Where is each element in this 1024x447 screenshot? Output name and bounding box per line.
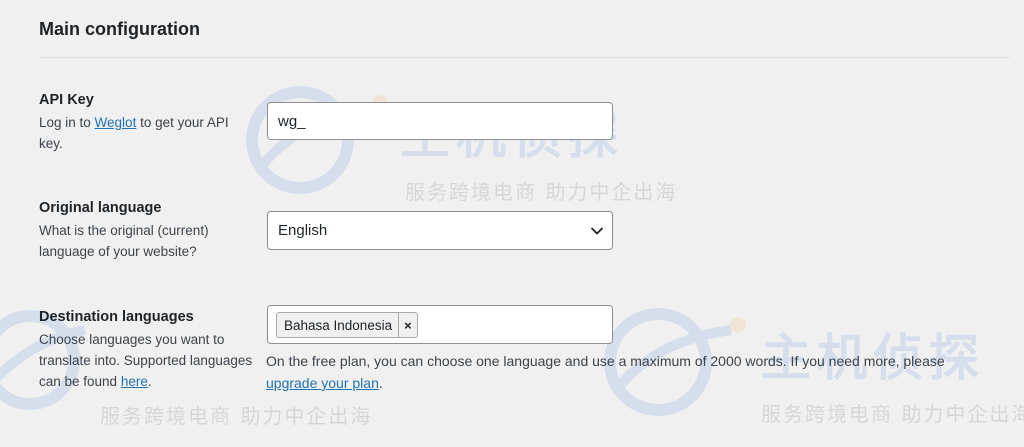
original-language-label-group: Original language What is the original (… <box>39 200 254 262</box>
section-divider <box>39 57 1010 58</box>
section-title: Main configuration <box>39 19 200 39</box>
remove-chip-close-icon[interactable]: × <box>398 313 417 337</box>
api-key-title: API Key <box>39 92 94 108</box>
api-key-desc-prefix: Log in to <box>39 115 95 130</box>
destination-languages-label-group: Destination languages Choose languages y… <box>39 309 254 392</box>
free-plan-help-text: On the free plan, you can choose one lan… <box>266 350 986 394</box>
supported-languages-link[interactable]: here <box>121 374 148 389</box>
api-key-input[interactable] <box>267 102 613 140</box>
destination-languages-description: Choose languages you want to translate i… <box>39 329 254 392</box>
original-language-description: What is the original (current) language … <box>39 223 209 259</box>
destination-desc-suffix: . <box>147 374 152 389</box>
language-chip-label: Bahasa Indonesia <box>284 317 393 333</box>
help-text-prefix: On the free plan, you can choose one lan… <box>266 353 945 369</box>
help-text-suffix: . <box>378 375 383 391</box>
original-language-title: Original language <box>39 200 162 216</box>
destination-languages-multiselect[interactable]: Bahasa Indonesia × <box>267 305 613 344</box>
api-key-label-group: API Key Log in to Weglot to get your API… <box>39 92 254 154</box>
original-language-select[interactable]: English <box>267 211 613 250</box>
language-chip: Bahasa Indonesia × <box>276 312 418 338</box>
api-key-description: Log in to Weglot to get your API key. <box>39 112 254 154</box>
destination-languages-title: Destination languages <box>39 309 194 325</box>
settings-panel: Main configuration API Key Log in to Weg… <box>0 0 1024 447</box>
chevron-down-icon <box>591 227 603 234</box>
original-language-selected-value: English <box>278 222 328 239</box>
weglot-link[interactable]: Weglot <box>95 115 137 130</box>
upgrade-plan-link[interactable]: upgrade your plan <box>266 375 379 391</box>
